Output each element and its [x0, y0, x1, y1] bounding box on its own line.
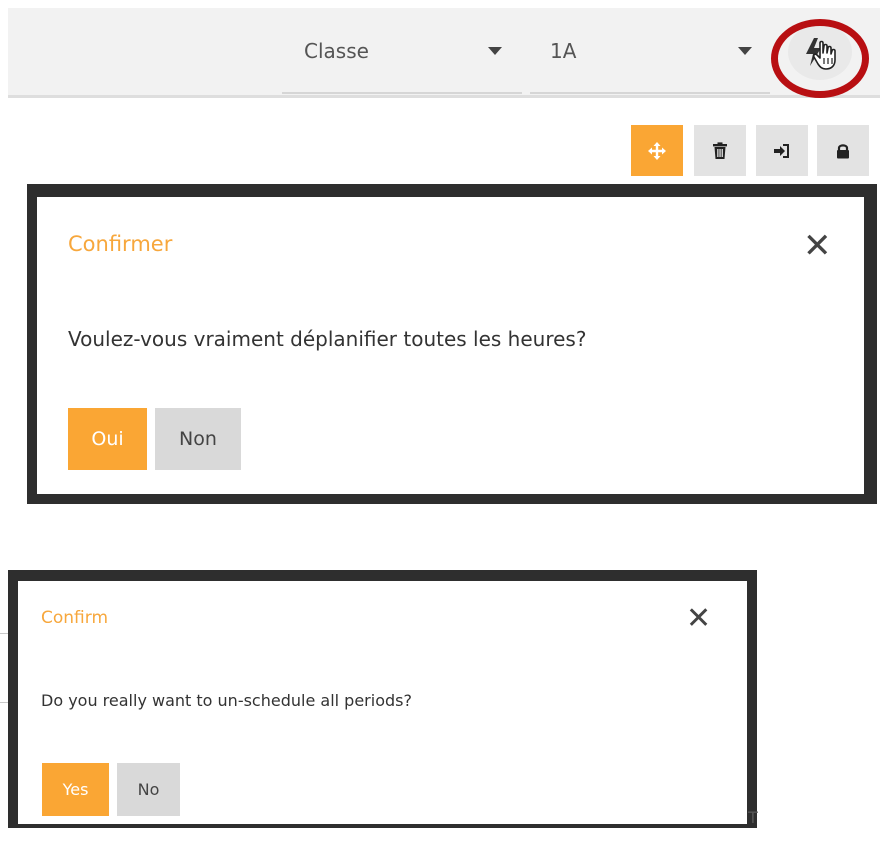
- no-button[interactable]: Non: [155, 408, 241, 470]
- background-divider: [0, 702, 8, 703]
- dialog-message: Voulez-vous vraiment déplanifier toutes …: [68, 327, 587, 351]
- delete-button[interactable]: [694, 125, 746, 176]
- background-divider: [0, 633, 8, 634]
- chevron-down-icon: [488, 47, 502, 55]
- confirm-dialog-fr: Confirmer ✕ Voulez-vous vraiment déplani…: [37, 197, 864, 494]
- lock-icon: [837, 143, 849, 158]
- confirm-dialog-en: Confirm ✕ Do you really want to un-sched…: [18, 581, 747, 824]
- background-text: T: [748, 808, 758, 827]
- lock-button[interactable]: [817, 125, 869, 176]
- class-type-value: Classe: [304, 39, 369, 63]
- hand-pointer-icon: [812, 40, 836, 70]
- class-type-dropdown[interactable]: Classe: [282, 8, 522, 94]
- yes-button[interactable]: Yes: [42, 763, 109, 816]
- close-icon[interactable]: ✕: [803, 229, 832, 263]
- unschedule-all-button[interactable]: [788, 24, 852, 80]
- class-select-value: 1A: [550, 39, 577, 63]
- move-button[interactable]: [631, 125, 683, 176]
- top-toolbar: Classe 1A: [8, 8, 880, 98]
- trash-icon: [713, 141, 727, 159]
- close-icon[interactable]: ✕: [686, 604, 711, 634]
- chevron-down-icon: [738, 47, 752, 55]
- dialog-title: Confirm: [41, 608, 109, 628]
- dialog-title: Confirmer: [68, 232, 173, 256]
- lightning-icon: [806, 38, 836, 70]
- move-arrows-icon: [648, 141, 666, 160]
- dialog-message: Do you really want to un-schedule all pe…: [41, 691, 412, 710]
- sign-in-icon: [774, 143, 789, 158]
- yes-button[interactable]: Oui: [68, 408, 147, 470]
- class-select-dropdown[interactable]: 1A: [530, 8, 770, 94]
- no-button[interactable]: No: [117, 763, 180, 816]
- sign-in-button[interactable]: [756, 125, 808, 176]
